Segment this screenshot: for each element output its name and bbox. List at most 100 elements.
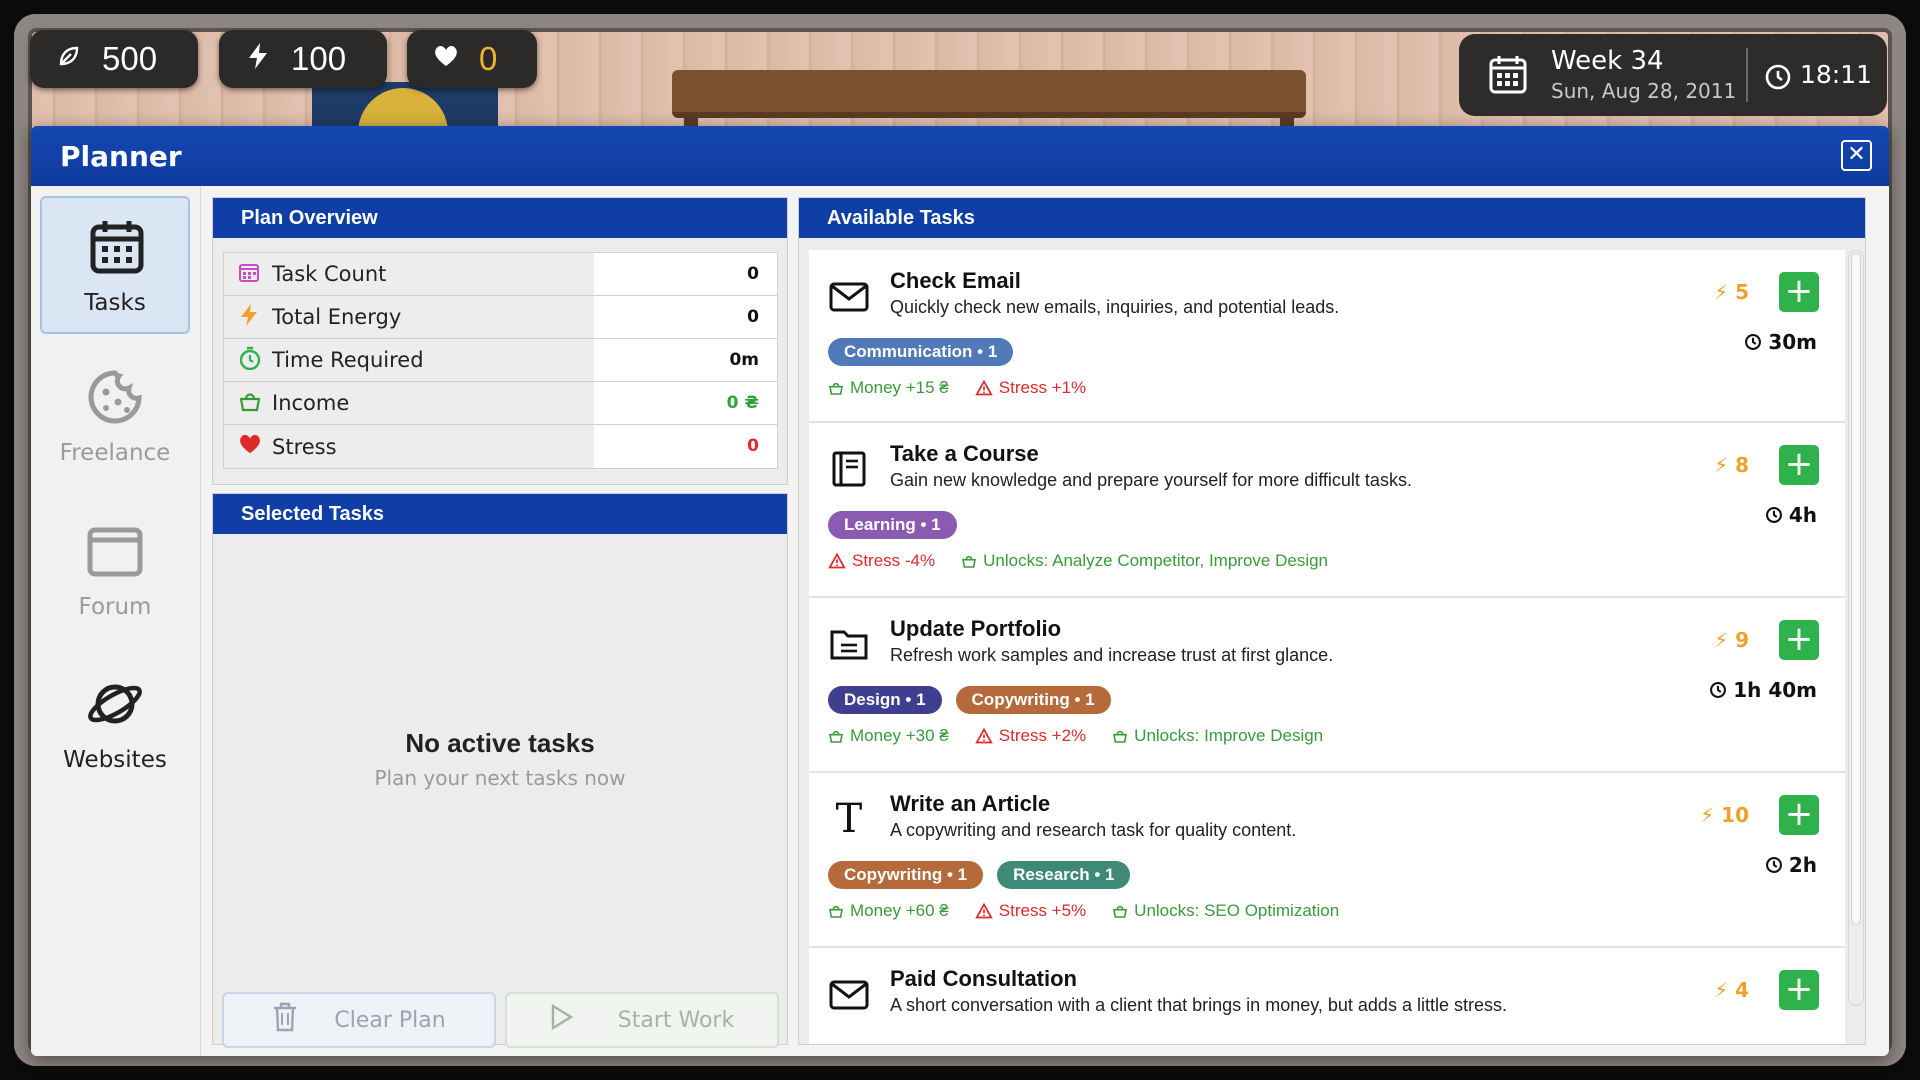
effect-stress: Stress +1% <box>975 378 1086 398</box>
lightning-icon <box>238 303 272 332</box>
overview-row-time-required: Time Required 0m <box>224 339 777 382</box>
plus-icon: + <box>1784 271 1814 311</box>
effect-stress: Stress +2% <box>975 726 1086 746</box>
task-card-paid-consultation: Paid Consultation A short conversation w… <box>809 948 1845 1044</box>
task-duration: 4h <box>1765 503 1817 527</box>
sidebar-item-websites[interactable]: Websites <box>40 655 190 793</box>
effect-unlocks: Unlocks: Improve Design <box>1112 726 1323 746</box>
scrollbar-thumb[interactable] <box>1851 253 1861 925</box>
window-title: Planner <box>60 139 182 173</box>
task-description: Quickly check new emails, inquiries, and… <box>890 297 1340 317</box>
plus-icon: + <box>1784 969 1814 1009</box>
task-description: Refresh work samples and increase trust … <box>890 645 1334 665</box>
task-name: Take a Course <box>890 441 1039 466</box>
task-name: Paid Consultation <box>890 966 1077 991</box>
date-label: Sun, Aug 28, 2011 <box>1551 79 1737 103</box>
task-description: A copywriting and research task for qual… <box>890 820 1297 840</box>
add-task-button[interactable]: + <box>1779 272 1819 312</box>
close-button[interactable]: ✕ <box>1841 140 1872 171</box>
effect-unlocks: Unlocks: Analyze Competitor, Improve Des… <box>961 551 1328 571</box>
time-label: 18:11 <box>1800 60 1873 89</box>
overview-row-stress: Stress 0 <box>224 425 777 468</box>
overview-row-income: Income 0 ₴ <box>224 382 777 425</box>
window-titlebar: Planner ✕ <box>31 126 1889 186</box>
close-icon: ✕ <box>1847 142 1866 167</box>
skill-tag: Design • 1 <box>828 686 942 714</box>
add-task-button[interactable]: + <box>1779 445 1819 485</box>
wall-shelf <box>672 70 1306 148</box>
effect-money: Money +30 ₴ <box>828 726 949 746</box>
empty-state-subtitle: Plan your next tasks now <box>374 766 626 790</box>
trash-icon <box>272 1002 298 1038</box>
task-energy: ⚡ 10 <box>1700 803 1749 827</box>
date-time-panel: Week 34 Sun, Aug 28, 2011 18:11 <box>1459 34 1887 116</box>
calendar-icon <box>88 218 146 276</box>
task-card-update-portfolio: Update Portfolio Refresh work samples an… <box>809 598 1845 773</box>
cookie-icon <box>86 368 144 426</box>
clear-plan-button[interactable]: Clear Plan <box>222 992 496 1048</box>
calendar-icon <box>238 261 272 288</box>
game-scene: 500 100 0 Week 34 Sun, Aug 28, 2011 18:1… <box>0 0 1920 1080</box>
skill-tag: Copywriting • 1 <box>828 861 984 889</box>
plan-overview-title: Plan Overview <box>213 198 787 238</box>
folder-icon <box>829 624 869 664</box>
task-energy: ⚡ 4 <box>1714 978 1749 1002</box>
effect-unlocks: Unlocks: SEO Optimization <box>1112 901 1339 921</box>
calendar-icon <box>1489 54 1527 98</box>
effect-money: Money +15 ₴ <box>828 378 949 398</box>
task-energy: ⚡ 5 <box>1714 280 1749 304</box>
energy-counter: 100 <box>219 30 387 88</box>
text-icon: T <box>835 796 863 842</box>
sidebar-item-forum[interactable]: Forum <box>40 502 190 640</box>
lightning-icon <box>243 42 273 77</box>
task-card-check-email: Check Email Quickly check new emails, in… <box>809 250 1845 423</box>
heart-icon <box>431 44 461 75</box>
heart-icon <box>238 433 272 460</box>
planner-window: Planner ✕ Tasks Freelance Forum Websites… <box>31 126 1889 1056</box>
task-list: Check Email Quickly check new emails, in… <box>809 250 1845 1044</box>
selected-tasks-panel: Selected Tasks No active tasks Plan your… <box>212 493 788 1048</box>
skill-tag: Learning • 1 <box>828 511 957 539</box>
plus-icon: + <box>1784 444 1814 484</box>
start-work-button[interactable]: Start Work <box>505 992 779 1048</box>
mail-icon <box>829 276 869 316</box>
leaf-icon <box>54 44 84 75</box>
task-name: Check Email <box>890 268 1021 293</box>
sidebar-item-freelance[interactable]: Freelance <box>40 348 190 486</box>
add-task-button[interactable]: + <box>1779 620 1819 660</box>
divider <box>1746 48 1748 102</box>
effect-stress: Stress -4% <box>828 551 935 571</box>
task-name: Update Portfolio <box>890 616 1062 641</box>
skill-tag: Copywriting • 1 <box>955 686 1111 714</box>
bag-icon <box>238 389 272 418</box>
task-duration: 1h 40m <box>1709 678 1817 702</box>
task-list-scrollbar[interactable] <box>1848 250 1864 1006</box>
plus-icon: + <box>1784 619 1814 659</box>
play-icon <box>550 1003 574 1036</box>
stopwatch-icon <box>238 346 272 375</box>
book-icon <box>829 449 869 489</box>
mail-icon <box>829 974 869 1014</box>
task-name: Write an Article <box>890 791 1051 816</box>
task-card-take-a-course: Take a Course Gain new knowledge and pre… <box>809 423 1845 598</box>
effect-stress: Stress +5% <box>975 901 1086 921</box>
available-tasks-panel: Available Tasks Check Email Quickly chec… <box>798 197 1866 1045</box>
task-duration: 30m <box>1744 330 1817 354</box>
sidebar-item-tasks[interactable]: Tasks <box>40 196 190 334</box>
add-task-button[interactable]: + <box>1779 970 1819 1010</box>
available-tasks-title: Available Tasks <box>799 198 1865 238</box>
overview-row-task-count: Task Count 0 <box>224 253 777 296</box>
task-description: Gain new knowledge and prepare yourself … <box>890 470 1412 490</box>
task-energy: ⚡ 8 <box>1714 453 1749 477</box>
empty-state-title: No active tasks <box>405 728 595 758</box>
effect-money: Money +60 ₴ <box>828 901 949 921</box>
health-counter: 0 <box>407 30 537 88</box>
task-description: A short conversation with a client that … <box>890 995 1507 1015</box>
plus-icon: + <box>1784 794 1814 834</box>
selected-tasks-title: Selected Tasks <box>213 494 787 534</box>
skill-tag: Research • 1 <box>997 861 1131 889</box>
wall-poster <box>312 82 498 132</box>
add-task-button[interactable]: + <box>1779 795 1819 835</box>
task-energy: ⚡ 9 <box>1714 628 1749 652</box>
sidebar: Tasks Freelance Forum Websites <box>31 186 201 1056</box>
